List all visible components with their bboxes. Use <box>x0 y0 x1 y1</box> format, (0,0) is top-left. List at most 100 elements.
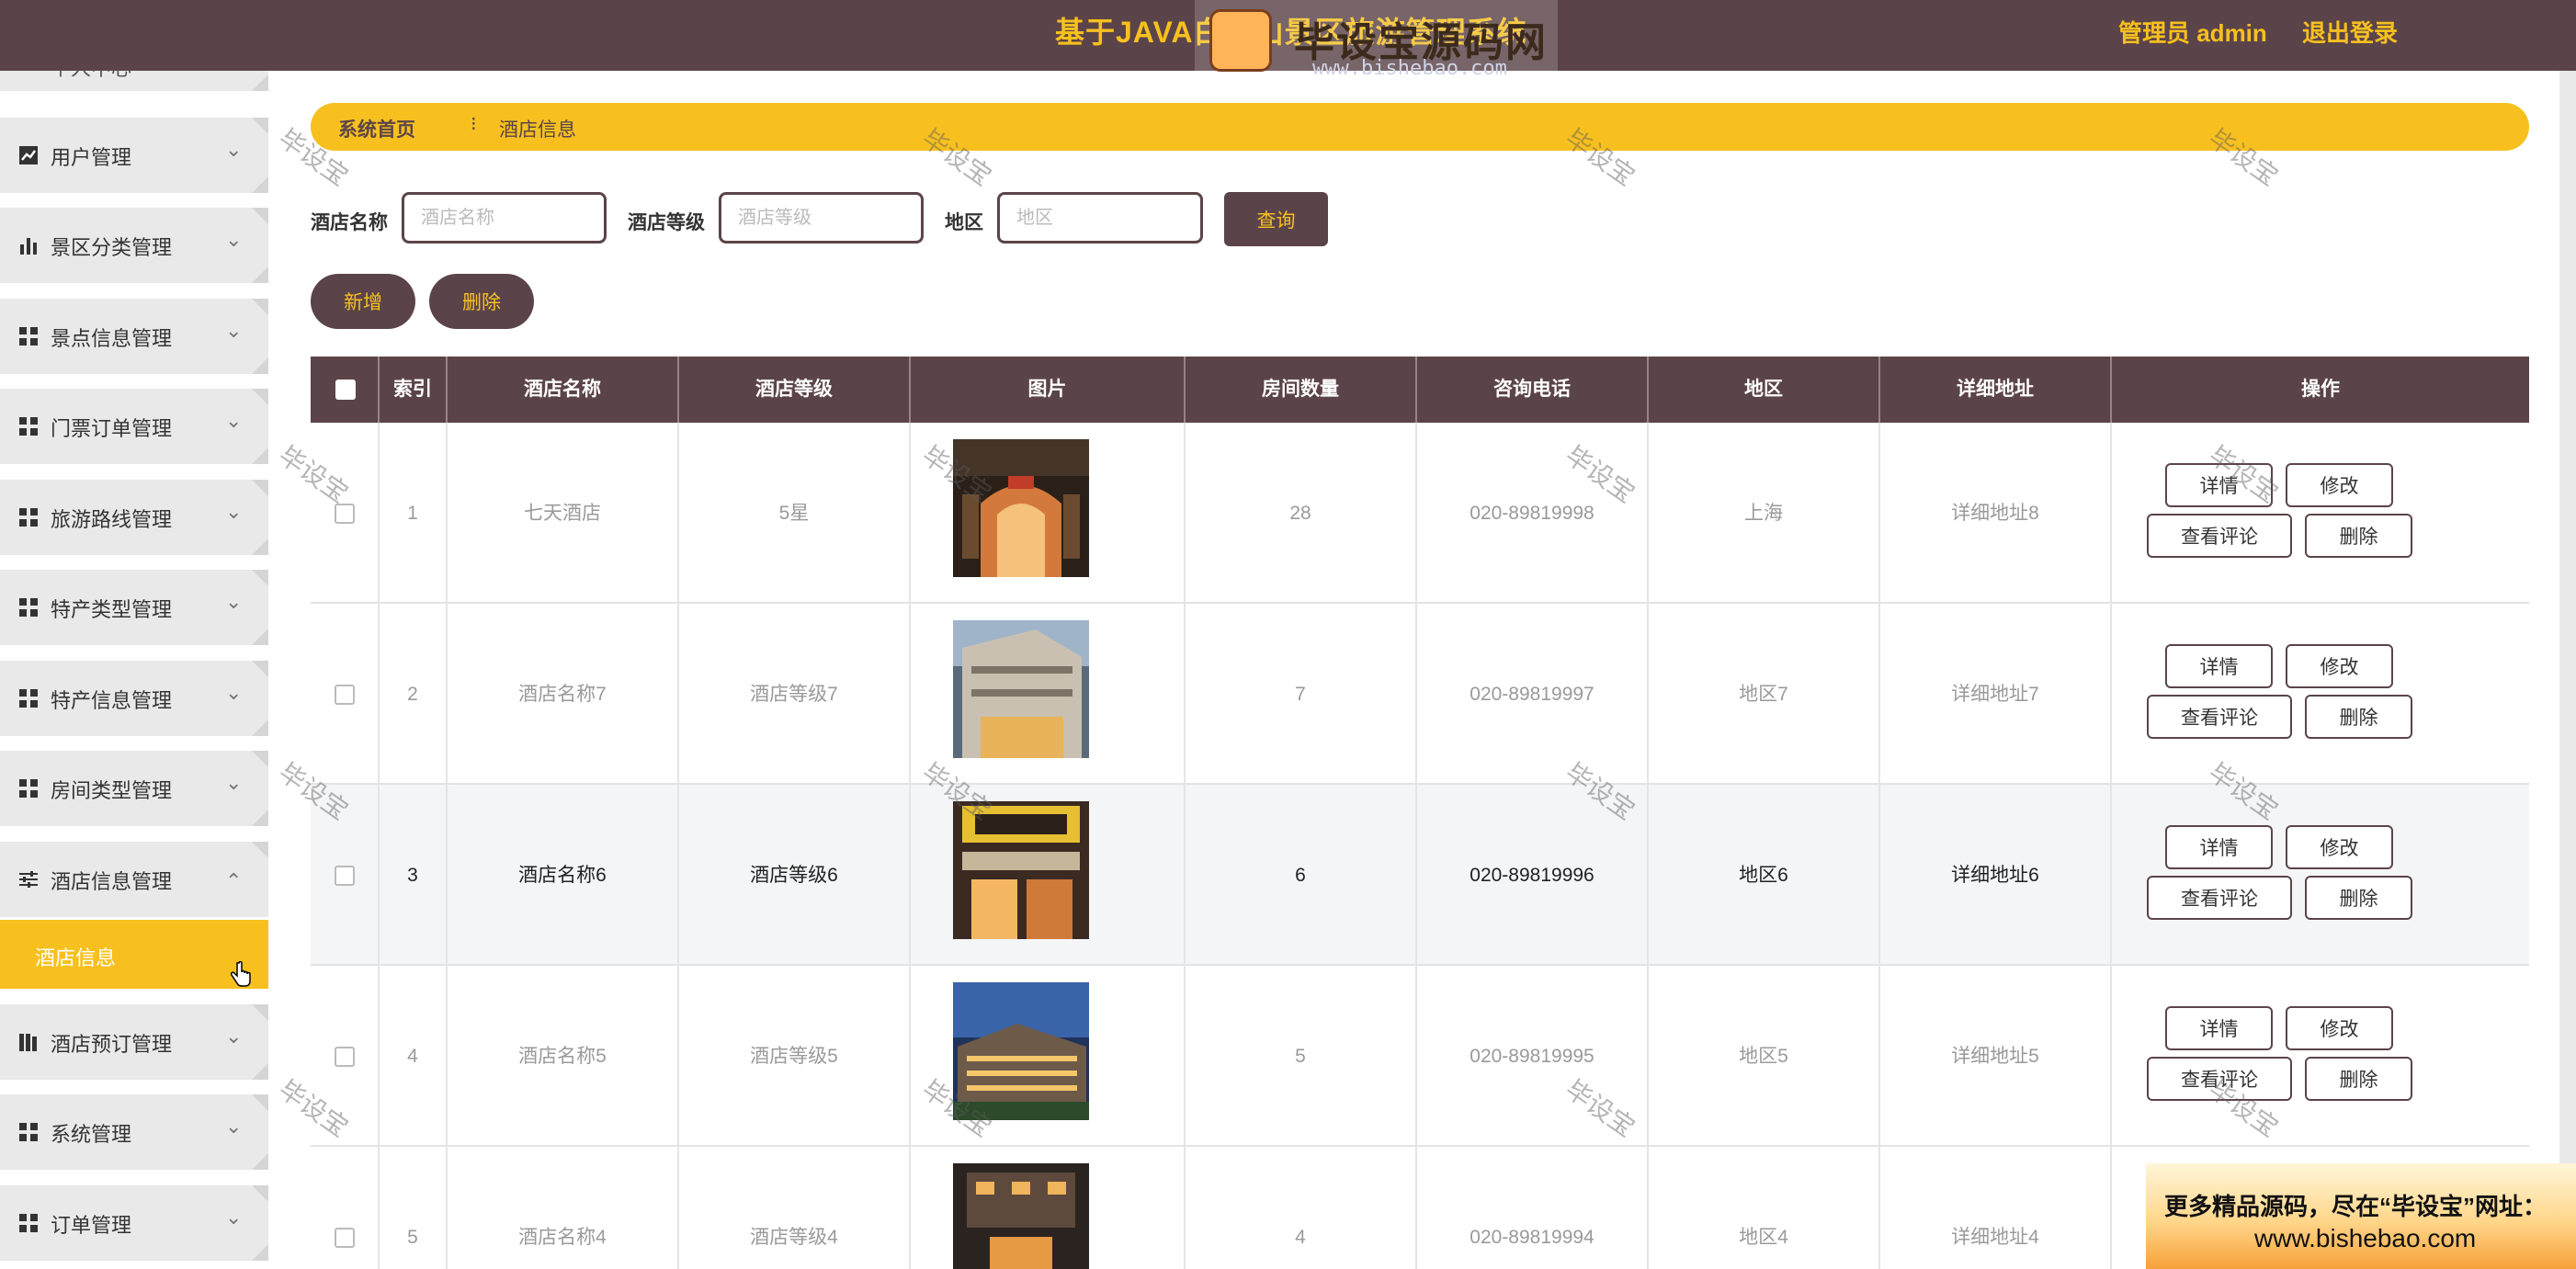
delete-button[interactable]: 删除 <box>2305 695 2412 739</box>
breadcrumb-current: 酒店信息 <box>499 119 576 141</box>
hotel-table: 索引 酒店名称 酒店等级 图片 房间数量 咨询电话 地区 详细地址 操作 1 七… <box>311 357 2529 1269</box>
row-checkbox[interactable] <box>335 1228 355 1248</box>
detail-button[interactable]: 详情 <box>2165 644 2273 688</box>
view-reviews-button[interactable]: 查看评论 <box>2147 1057 2292 1101</box>
chevron-down-icon: ⌄ <box>225 138 243 161</box>
chevron-down-icon: ⌄ <box>225 228 243 251</box>
edit-button[interactable]: 修改 <box>2286 825 2393 869</box>
hotel-name-label: 酒店名称 <box>311 212 388 233</box>
query-button[interactable]: 查询 <box>1224 192 1328 246</box>
breadcrumb-home[interactable]: 系统首页 <box>338 115 415 142</box>
hotel-level-input[interactable] <box>719 192 924 244</box>
delete-button[interactable]: 删除 <box>2305 514 2412 558</box>
area-label: 地区 <box>945 212 983 233</box>
add-button[interactable]: 新增 <box>311 274 415 329</box>
cell-rooms: 4 <box>1186 1147 1417 1269</box>
sidebar-item-ticket-orders[interactable]: 门票订单管理 ⌄ <box>0 389 268 464</box>
row-checkbox[interactable] <box>335 866 355 886</box>
menu-bevel <box>252 810 268 826</box>
cell-image <box>911 1147 1186 1269</box>
sidebar-item-label: 特产信息管理 <box>51 689 173 712</box>
cell-level: 酒店等级4 <box>679 1147 911 1269</box>
grid-icon <box>18 326 39 346</box>
vertical-scrollbar[interactable] <box>2559 71 2576 1269</box>
cell-index: 3 <box>380 785 448 966</box>
menu-bevel <box>252 208 268 224</box>
menu-bevel <box>252 629 268 645</box>
cell-level: 酒店等级6 <box>679 785 911 966</box>
menu-bevel <box>252 1185 268 1202</box>
sidebar-subitem-label: 酒店信息 <box>35 946 117 969</box>
menu-bevel <box>252 1153 268 1170</box>
sidebar-item-hotel-booking[interactable]: 酒店预订管理 ⌄ <box>0 1004 268 1080</box>
cell-phone: 020-89819995 <box>1417 966 1649 1147</box>
sidebar-item-room-types[interactable]: 房间类型管理 ⌄ <box>0 751 268 826</box>
detail-button[interactable]: 详情 <box>2165 825 2273 869</box>
chevron-down-icon: ⌄ <box>225 409 243 432</box>
delete-button[interactable]: 删除 <box>2305 1057 2412 1101</box>
edit-button[interactable]: 修改 <box>2286 1006 2393 1050</box>
menu-bevel <box>252 299 268 315</box>
detail-button[interactable]: 详情 <box>2165 1006 2273 1050</box>
grid-icon <box>18 507 39 527</box>
menu-bevel <box>252 266 268 283</box>
bar-chart-icon <box>18 235 39 255</box>
sidebar-item-label: 门票订单管理 <box>51 417 173 440</box>
detail-button[interactable]: 详情 <box>2165 463 2273 507</box>
cell-area: 上海 <box>1649 423 1880 604</box>
chevron-down-icon: ⌄ <box>225 1115 243 1138</box>
menu-bevel <box>252 389 268 405</box>
sidebar-item-system[interactable]: 系统管理 ⌄ <box>0 1094 268 1170</box>
view-reviews-button[interactable]: 查看评论 <box>2147 695 2292 739</box>
grid-icon <box>18 1122 39 1142</box>
row-checkbox[interactable] <box>335 1047 355 1067</box>
view-reviews-button[interactable]: 查看评论 <box>2147 514 2292 558</box>
cell-rooms: 5 <box>1186 966 1417 1147</box>
cell-phone: 020-89819996 <box>1417 785 1649 966</box>
area-input[interactable] <box>997 192 1203 244</box>
row-select-cell <box>311 604 380 785</box>
edit-button[interactable]: 修改 <box>2286 644 2393 688</box>
view-reviews-button[interactable]: 查看评论 <box>2147 876 2292 920</box>
admin-label[interactable]: 管理员 admin <box>2118 15 2267 49</box>
sidebar-item-label: 酒店信息管理 <box>51 870 173 893</box>
cell-actions: 详情 修改 查看评论 删除 <box>2112 604 2529 785</box>
table-row: 4 酒店名称5 酒店等级5 5 020-89819995 地区5 详细地址5 详… <box>311 966 2529 1147</box>
sidebar-item-specialty-types[interactable]: 特产类型管理 ⌄ <box>0 570 268 645</box>
sidebar-item-specialty-info[interactable]: 特产信息管理 ⌄ <box>0 661 268 736</box>
th-level: 酒店等级 <box>679 357 911 423</box>
row-checkbox[interactable] <box>335 685 355 705</box>
cell-address: 详细地址6 <box>1880 785 2112 966</box>
sidebar-item-hotel-info[interactable]: 酒店信息管理 ⌃ <box>0 842 268 917</box>
cell-name: 酒店名称6 <box>448 785 679 966</box>
cell-level: 酒店等级5 <box>679 966 911 1147</box>
edit-button[interactable]: 修改 <box>2286 463 2393 507</box>
menu-bevel <box>252 74 268 91</box>
menu-bevel <box>252 1063 268 1080</box>
hotel-name-input[interactable] <box>402 192 607 244</box>
corner-ad[interactable]: 更多精品源码，尽在“毕设宝”网址： www.bishebao.com <box>2146 1163 2576 1269</box>
hotel-image <box>953 620 1089 758</box>
select-all-checkbox[interactable] <box>335 380 356 400</box>
menu-bevel <box>252 480 268 496</box>
sidebar-item-routes[interactable]: 旅游路线管理 ⌄ <box>0 480 268 555</box>
select-all-header <box>311 357 380 423</box>
sidebar-subitem-hotel-info[interactable]: 酒店信息 <box>0 920 268 989</box>
cell-actions: 详情 修改 查看评论 删除 <box>2112 785 2529 966</box>
sidebar-item-orders[interactable]: 订单管理 ⌄ <box>0 1185 268 1261</box>
hotel-image <box>953 1163 1089 1269</box>
table-header: 索引 酒店名称 酒店等级 图片 房间数量 咨询电话 地区 详细地址 操作 <box>311 357 2529 423</box>
menu-bevel <box>252 570 268 586</box>
chevron-down-icon: ⌄ <box>225 681 243 704</box>
cell-address: 详细地址8 <box>1880 423 2112 604</box>
logout-link[interactable]: 退出登录 <box>2302 15 2398 49</box>
sidebar-item-scenic-category[interactable]: 景区分类管理 ⌄ <box>0 208 268 283</box>
sidebar-item-profile[interactable]: 个人中心 <box>0 71 268 91</box>
watermark-url: www.bishebao.com <box>1312 57 1507 80</box>
delete-button[interactable]: 删除 <box>2305 876 2412 920</box>
row-checkbox[interactable] <box>335 504 355 524</box>
sidebar-item-users[interactable]: 用户管理 ⌄ <box>0 118 268 193</box>
sidebar-item-spot-info[interactable]: 景点信息管理 ⌄ <box>0 299 268 374</box>
menu-bevel <box>252 719 268 736</box>
bulk-delete-button[interactable]: 删除 <box>429 274 534 329</box>
